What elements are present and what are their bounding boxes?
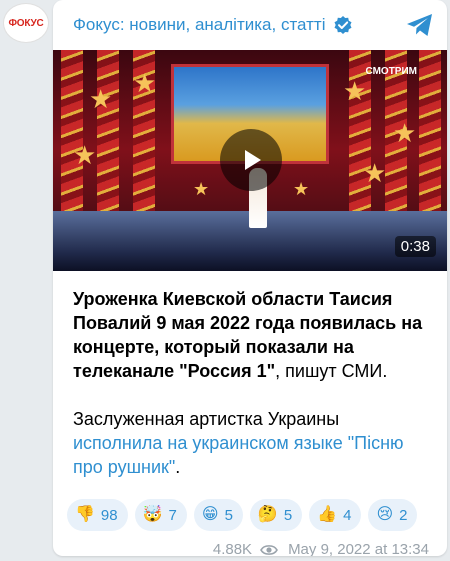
reaction-count: 5 [224,506,233,524]
message-card: Фокус: новини, аналітика, статті ★ ★ ★ ★… [53,0,447,556]
thinking-face-icon: 🤔 [257,506,278,523]
star-decoration: ★ [293,179,310,199]
stage-decoration [97,50,119,220]
reaction-exploding-head[interactable]: 🤯 7 [134,499,187,531]
star-decoration: ★ [193,179,210,199]
stage-decoration [61,50,83,220]
star-decoration: ★ [393,118,417,148]
verified-badge-icon [333,15,353,35]
star-decoration: ★ [89,84,113,114]
play-icon [245,150,261,170]
message-footer: 4.88K May 9, 2022 at 13:34 [53,541,447,556]
star-decoration: ★ [133,68,157,98]
star-decoration: ★ [363,158,387,188]
reaction-count: 4 [343,506,352,524]
video-player[interactable]: ★ ★ ★ ★ ★ ★ ★ ★ СМОТРИМ 0:38 [53,50,447,271]
crying-face-icon: 😢 [376,506,394,523]
play-button[interactable] [220,129,282,191]
reaction-count: 98 [100,506,118,524]
telegram-logo-icon[interactable] [403,8,437,42]
reaction-count: 5 [283,506,293,524]
headline-rest: , пишут СМИ. [275,361,388,381]
post-headline: Уроженка Киевской области Таисия Повалий… [73,287,427,383]
reaction-count: 2 [399,506,408,524]
card-header: Фокус: новини, аналітика, статті [53,0,447,50]
view-count: 4.88K [212,541,253,556]
avatar-logo-text: ФОКУС [8,17,44,29]
channel-avatar[interactable]: ФОКУС [3,3,49,43]
stage-decoration [419,50,441,220]
reaction-thumbs-up[interactable]: 👍 4 [309,499,362,531]
tv-channel-logo: СМОТРИМ [365,66,418,77]
reaction-thinking-face[interactable]: 🤔 5 [249,499,303,531]
message-timestamp: May 9, 2022 at 13:34 [288,541,429,556]
reaction-crying-face[interactable]: 😢 2 [368,499,418,531]
post-text: Уроженка Киевской области Таисия Повалий… [53,271,447,479]
reaction-grinning-face[interactable]: 😁 5 [193,499,243,531]
article-link[interactable]: исполнила на украинском языке "Пісню про… [73,433,404,477]
grinning-face-icon: 😁 [201,506,219,523]
thumbs-up-icon: 👍 [317,506,338,523]
video-duration: 0:38 [394,236,436,257]
exploding-head-icon: 🤯 [142,506,163,523]
channel-title[interactable]: Фокус: новини, аналітика, статті [73,15,325,35]
reactions-bar: 👎 98 🤯 7 😁 5 🤔 5 👍 4 😢 2 [53,499,447,531]
thumbs-down-icon: 👎 [75,506,95,523]
reaction-count: 7 [168,506,177,524]
star-decoration: ★ [343,76,367,106]
paragraph-text: Заслуженная артистка Украины [73,409,340,429]
reaction-thumbs-down[interactable]: 👎 98 [67,499,128,531]
star-decoration: ★ [73,140,97,170]
eye-icon [260,543,278,557]
post-paragraph: Заслуженная артистка Украины исполнила н… [73,407,427,479]
paragraph-end: . [175,457,181,477]
